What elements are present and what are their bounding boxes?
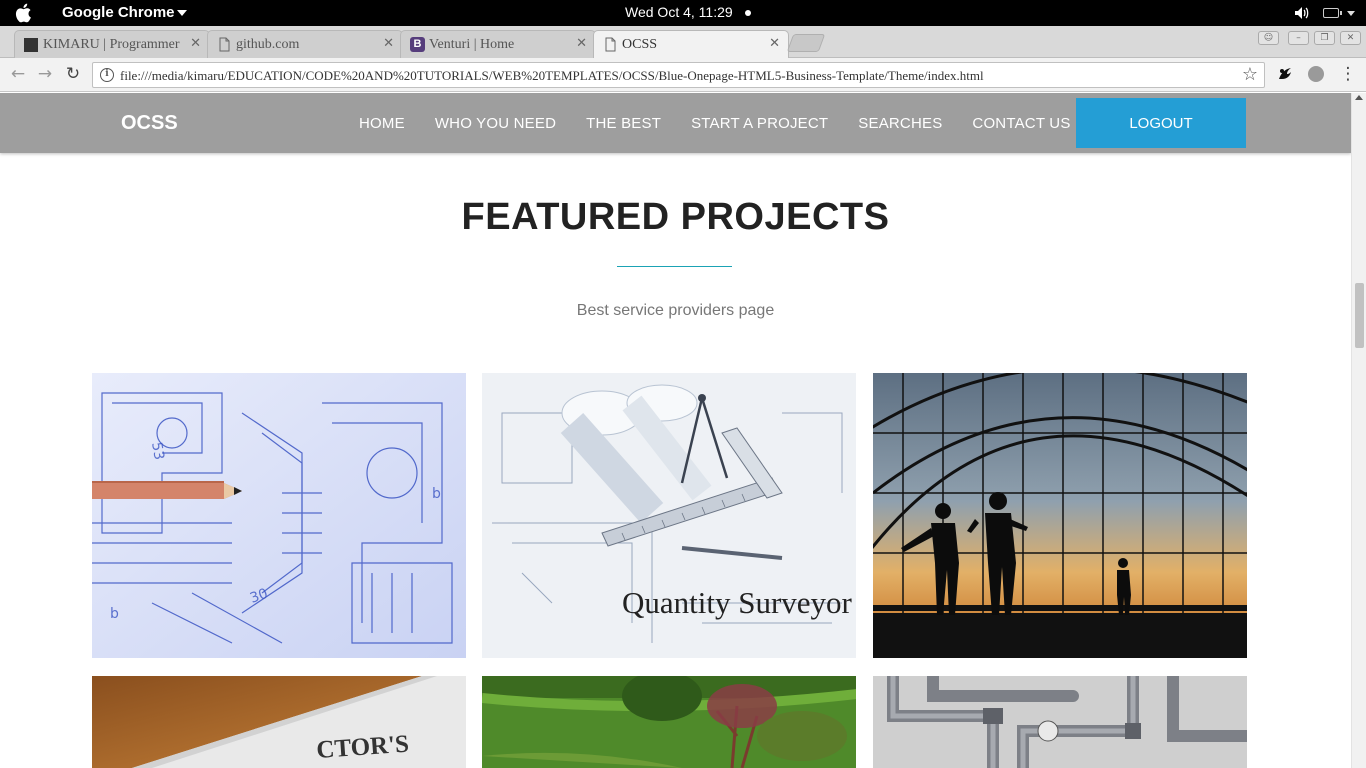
project-card-construction[interactable] xyxy=(873,373,1247,658)
browser-tab-strip: KIMARU | Programmer ✕ github.com ✕ B Ven… xyxy=(0,26,1366,58)
quantity-surveyor-image: Quantity Surveyor xyxy=(482,373,856,658)
close-icon[interactable]: ✕ xyxy=(576,36,587,51)
contractor-card-image: CTOR'S xyxy=(92,676,466,768)
back-arrow-icon[interactable]: ← xyxy=(8,64,28,84)
page-icon xyxy=(219,37,230,52)
nav-the-best[interactable]: THE BEST xyxy=(571,115,676,132)
tab-venturi[interactable]: B Venturi | Home ✕ xyxy=(400,30,596,58)
card-caption: Quantity Surveyor xyxy=(622,585,853,620)
plumbing-image xyxy=(873,676,1247,768)
battery-icon[interactable] xyxy=(1323,8,1339,18)
nav-who-you-need[interactable]: WHO YOU NEED xyxy=(420,115,571,132)
page-viewport: OCSS HOME WHO YOU NEED THE BEST START A … xyxy=(0,93,1351,768)
section-subtitle: Best service providers page xyxy=(576,302,775,319)
bookmark-star-icon[interactable]: ☆ xyxy=(1242,64,1258,85)
close-icon[interactable]: ✕ xyxy=(190,36,201,51)
url-text[interactable]: file:///media/kimaru/EDUCATION/CODE%20AN… xyxy=(120,68,984,84)
project-card-contractor[interactable]: CTOR'S xyxy=(92,676,466,768)
site-brand[interactable]: OCSS xyxy=(121,112,178,135)
notification-dot-icon xyxy=(745,10,751,16)
chevron-down-icon xyxy=(1347,11,1355,16)
chevron-down-icon xyxy=(177,10,187,16)
project-card-plumbing[interactable] xyxy=(873,676,1247,768)
os-menu-bar: Google Chrome Wed Oct 4, 11:29 xyxy=(0,0,1366,26)
svg-text:b: b xyxy=(432,486,441,502)
apple-icon[interactable] xyxy=(14,2,34,24)
svg-text:b: b xyxy=(110,606,119,622)
address-bar[interactable]: i file:///media/kimaru/EDUCATION/CODE%20… xyxy=(92,62,1265,88)
logout-button[interactable]: LOGOUT xyxy=(1076,98,1246,148)
volume-icon[interactable] xyxy=(1294,6,1310,20)
page-icon xyxy=(605,37,616,52)
dark-square-icon xyxy=(24,38,38,52)
scroll-up-arrow-icon[interactable] xyxy=(1355,95,1363,100)
tab-label: OCSS xyxy=(622,36,658,52)
tab-kimaru[interactable]: KIMARU | Programmer ✕ xyxy=(14,30,210,58)
construction-site-image xyxy=(873,373,1247,658)
extension-bird-icon[interactable] xyxy=(1276,65,1294,83)
page-scrollbar[interactable] xyxy=(1351,93,1366,768)
project-card-landscaping[interactable] xyxy=(482,676,856,768)
profile-icon[interactable]: ☺ xyxy=(1258,31,1279,45)
info-icon[interactable]: i xyxy=(100,68,114,82)
battery-tip xyxy=(1340,11,1342,15)
title-divider xyxy=(617,266,732,267)
close-icon[interactable]: ✕ xyxy=(769,36,780,51)
bootstrap-icon: B xyxy=(410,37,425,52)
close-icon[interactable]: ✕ xyxy=(383,36,394,51)
blueprint-image: 53 30 b b xyxy=(92,373,466,658)
site-navbar: OCSS HOME WHO YOU NEED THE BEST START A … xyxy=(0,93,1351,153)
minimize-button[interactable]: – xyxy=(1288,31,1309,45)
reload-icon[interactable]: ↻ xyxy=(63,64,83,84)
nav-start-a-project[interactable]: START A PROJECT xyxy=(676,115,843,132)
maximize-button[interactable]: ❐ xyxy=(1314,31,1335,45)
svg-text:53: 53 xyxy=(148,441,167,461)
tab-label: Venturi | Home xyxy=(429,36,515,52)
menu-dots-icon[interactable]: ⋮ xyxy=(1338,64,1358,84)
tab-label: github.com xyxy=(236,36,300,52)
close-window-button[interactable]: ✕ xyxy=(1340,31,1361,45)
forward-arrow-icon[interactable]: → xyxy=(35,64,55,84)
browser-toolbar: ← → ↻ i file:///media/kimaru/EDUCATION/C… xyxy=(0,58,1366,92)
section-title: FEATURED PROJECTS xyxy=(461,196,890,238)
scroll-thumb[interactable] xyxy=(1355,283,1364,348)
tab-github[interactable]: github.com ✕ xyxy=(207,30,403,58)
nav-searches[interactable]: SEARCHES xyxy=(843,115,957,132)
extension-chat-icon[interactable] xyxy=(1307,65,1325,83)
tab-ocss[interactable]: OCSS ✕ xyxy=(593,30,789,58)
project-card-quantity-surveyor[interactable]: Quantity Surveyor xyxy=(482,373,856,658)
nav-home[interactable]: HOME xyxy=(344,115,420,132)
clock[interactable]: Wed Oct 4, 11:29 xyxy=(625,4,733,20)
tab-label: KIMARU | Programmer xyxy=(43,36,180,52)
nav-contact-us[interactable]: CONTACT US xyxy=(957,115,1085,132)
new-tab-button[interactable] xyxy=(786,34,826,52)
nav-links: HOME WHO YOU NEED THE BEST START A PROJE… xyxy=(344,93,1086,153)
project-card-architect[interactable]: 53 30 b b xyxy=(92,373,466,658)
landscaping-image xyxy=(482,676,856,768)
active-app-menu[interactable]: Google Chrome xyxy=(62,4,175,21)
